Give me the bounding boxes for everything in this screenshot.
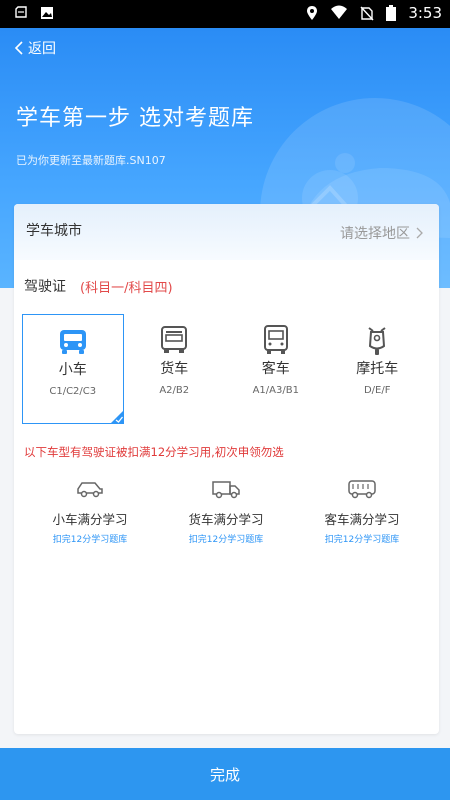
full-points-name: 客车满分学习 — [324, 512, 400, 527]
notification-icon — [15, 6, 27, 18]
bus-icon — [263, 325, 288, 354]
vehicle-codes: A1/A3/B1 — [252, 385, 299, 396]
vehicle-codes: D/E/F — [363, 385, 391, 396]
license-subjects: (科目一/科目四) — [80, 281, 173, 296]
city-row[interactable]: 学车城市 请选择地区 — [14, 204, 439, 260]
full-points-name: 货车满分学习 — [188, 512, 264, 527]
full-points-link[interactable]: 扣完12分学习题库 — [294, 532, 430, 545]
vehicle-codes: A2/B2 — [159, 385, 190, 396]
truck-outline-icon — [212, 481, 240, 499]
truck-icon — [161, 326, 188, 353]
region-placeholder: 请选择地区 — [340, 226, 410, 242]
page-title: 学车第一步 选对考题库 — [16, 106, 254, 131]
full-points-warning: 以下车型有驾驶证被扣满12分学习用,初次申领勿选 — [24, 445, 284, 459]
vehicle-type-list: 小车 C1/C2/C3 货车 A2/B2 客车 A1/A3/B1 摩托车 D/E… — [22, 314, 428, 424]
vehicle-option-bus[interactable]: 客车 A1/A3/B1 — [225, 314, 327, 424]
full-points-name: 小车满分学习 — [52, 512, 128, 527]
done-button[interactable]: 完成 — [0, 748, 450, 800]
back-button[interactable]: 返回 — [14, 38, 56, 58]
location-icon — [307, 6, 318, 20]
full-points-link[interactable]: 扣完12分学习题库 — [158, 532, 294, 545]
vehicle-option-truck[interactable]: 货车 A2/B2 — [124, 314, 226, 424]
image-icon — [41, 7, 53, 19]
vehicle-name: 小车 — [58, 362, 87, 378]
city-label: 学车城市 — [26, 223, 82, 239]
full-points-option-truck[interactable]: 货车满分学习 扣完12分学习题库 — [158, 466, 294, 548]
selection-card: 学车城市 请选择地区 驾驶证 (科目一/科目四) 小车 C1/C2/C3 货车 … — [14, 204, 439, 734]
bus-outline-icon — [348, 480, 376, 499]
chevron-right-icon — [416, 227, 423, 239]
full-points-list: 小车满分学习 扣完12分学习题库 货车满分学习 扣完12分学习题库 客车满分学习… — [22, 466, 430, 548]
car-outline-icon — [77, 482, 103, 498]
vehicle-codes: C1/C2/C3 — [49, 386, 97, 397]
vehicle-name: 摩托车 — [356, 361, 399, 377]
vehicle-option-car[interactable]: 小车 C1/C2/C3 — [22, 314, 124, 424]
no-sim-icon — [360, 6, 374, 21]
car-icon — [59, 330, 86, 354]
battery-icon — [386, 5, 397, 21]
clock: 3:53 — [408, 4, 442, 22]
selected-check-icon — [109, 410, 124, 424]
status-bar: 3:53 — [0, 0, 450, 28]
vehicle-name: 客车 — [261, 361, 290, 377]
license-label: 驾驶证 — [24, 279, 66, 295]
back-label: 返回 — [28, 41, 56, 57]
wifi-icon — [331, 5, 348, 19]
vehicle-name: 货车 — [160, 361, 189, 377]
motorcycle-icon — [368, 327, 386, 355]
chevron-left-icon — [14, 41, 23, 55]
full-points-option-bus[interactable]: 客车满分学习 扣完12分学习题库 — [294, 466, 430, 548]
full-points-option-car[interactable]: 小车满分学习 扣完12分学习题库 — [22, 466, 158, 548]
full-points-link[interactable]: 扣完12分学习题库 — [22, 532, 158, 545]
region-selector[interactable]: 请选择地区 — [340, 223, 423, 243]
page-subtitle: 已为你更新至最新题库.SN107 — [16, 154, 166, 167]
vehicle-option-motorcycle[interactable]: 摩托车 D/E/F — [327, 314, 429, 424]
